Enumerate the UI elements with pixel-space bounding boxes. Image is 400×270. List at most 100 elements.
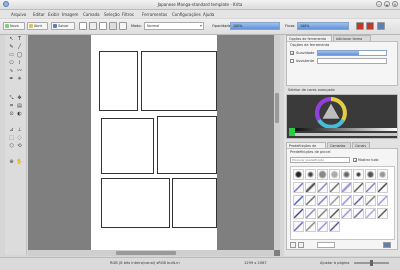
brush-preset-icon[interactable]	[99, 22, 107, 30]
ellipse-select-icon[interactable]: ◌	[16, 135, 23, 142]
brush-preset[interactable]	[377, 182, 388, 193]
color-selector-panel[interactable]	[286, 94, 398, 139]
brush-preset[interactable]	[341, 169, 352, 180]
workspace-icon[interactable]	[377, 22, 385, 30]
brush-preset[interactable]	[365, 182, 376, 193]
zoom-tool-icon[interactable]: ⊕	[8, 159, 15, 166]
smoothing-slider[interactable]	[317, 50, 387, 56]
comic-panel[interactable]	[172, 178, 217, 228]
menu-item-settings[interactable]: Configurações	[172, 12, 201, 17]
gradient-tool-icon[interactable]: ▤	[16, 103, 23, 110]
freehand-path-icon[interactable]: 〰	[16, 68, 23, 75]
maximize-icon[interactable]: ▴	[384, 1, 390, 7]
assistant-slider[interactable]	[317, 58, 387, 64]
brush-preset[interactable]	[293, 169, 304, 180]
fill-tool-icon[interactable]: ◐	[16, 111, 23, 118]
crop-tool-icon[interactable]: ⌗	[8, 103, 15, 110]
menu-item-view[interactable]: Exibir	[48, 12, 59, 17]
brush-preset[interactable]	[317, 195, 328, 206]
brush-preset[interactable]	[305, 195, 316, 206]
minimize-icon[interactable]: –	[376, 1, 382, 7]
preset-view-mode-icon[interactable]	[383, 242, 391, 248]
brush-preset[interactable]	[341, 182, 352, 193]
show-all-checkbox[interactable]: ✓	[353, 158, 357, 163]
comic-panel[interactable]	[101, 178, 170, 228]
menu-item-filters[interactable]: Filtros	[122, 12, 134, 17]
move-tool-icon[interactable]: ✥	[16, 95, 23, 102]
preset-search-input[interactable]	[290, 157, 350, 163]
brush-preset[interactable]	[353, 195, 364, 206]
delete-preset-icon[interactable]	[298, 242, 304, 248]
comic-panel[interactable]	[141, 51, 217, 111]
comic-panel[interactable]	[99, 51, 138, 111]
close-icon[interactable]: ×	[392, 1, 398, 7]
brush-preset[interactable]	[305, 208, 316, 219]
ellipse-tool-icon[interactable]: ◯	[16, 52, 23, 59]
brush-preset[interactable]	[365, 208, 376, 219]
multibrush-icon[interactable]: ✳	[16, 76, 23, 83]
flow-slider[interactable]: 100%	[297, 22, 349, 30]
brush-preset[interactable]	[341, 195, 352, 206]
brush-preset[interactable]	[317, 182, 328, 193]
freehand-select-icon[interactable]: ⟲	[16, 143, 23, 150]
pan-tool-icon[interactable]: ✋	[16, 159, 23, 166]
polyline-tool-icon[interactable]: ⌇	[16, 60, 23, 67]
brush-preset[interactable]	[305, 221, 316, 232]
opacity-slider[interactable]: 100%	[230, 22, 280, 30]
horizontal-scrollbar[interactable]	[28, 250, 274, 256]
save-preset-icon[interactable]	[290, 242, 296, 248]
menu-item-file[interactable]: Arquivo	[11, 12, 26, 17]
polygon-select-icon[interactable]: ⬡	[8, 143, 15, 150]
document-page[interactable]	[91, 35, 217, 253]
color-wheel[interactable]	[287, 95, 399, 140]
brush-preset[interactable]	[353, 182, 364, 193]
open-document-button[interactable]: Abrir	[27, 22, 48, 30]
brush-preset[interactable]	[329, 221, 340, 232]
mirror-vertical-icon[interactable]	[366, 22, 374, 30]
comic-panel[interactable]	[101, 118, 154, 174]
rect-select-icon[interactable]: ⬚	[8, 135, 15, 142]
reload-preset-icon[interactable]	[119, 22, 127, 30]
mirror-horizontal-icon[interactable]	[356, 22, 364, 30]
tag-filter-field[interactable]	[317, 242, 335, 248]
menu-item-select[interactable]: Seleção	[104, 12, 120, 17]
assistant-tool-icon[interactable]: ⊿	[8, 127, 15, 134]
brush-preset[interactable]	[329, 195, 340, 206]
brush-tool-icon[interactable]: ✎	[8, 44, 15, 51]
brush-preset[interactable]	[365, 169, 376, 180]
brush-preset[interactable]	[365, 195, 376, 206]
brush-preset[interactable]	[329, 208, 340, 219]
brush-preset[interactable]	[377, 169, 388, 180]
text-tool-icon[interactable]: T	[16, 36, 23, 43]
pattern-selector-icon[interactable]	[89, 22, 97, 30]
menu-item-help[interactable]: Ajuda	[203, 12, 214, 17]
menu-item-layer[interactable]: Camada	[83, 12, 100, 17]
brush-preset[interactable]	[377, 208, 388, 219]
brush-preset[interactable]	[317, 221, 328, 232]
blend-mode-select[interactable]: Normal	[144, 22, 204, 30]
bezier-tool-icon[interactable]: ∿	[8, 68, 15, 75]
brush-preset[interactable]	[353, 169, 364, 180]
brush-preset[interactable]	[293, 195, 304, 206]
select-shapes-icon[interactable]: ↖	[8, 36, 15, 43]
assistant-checkbox[interactable]	[290, 59, 294, 63]
brush-preset[interactable]	[305, 169, 316, 180]
brush-preset[interactable]	[377, 195, 388, 206]
brush-preset[interactable]	[293, 208, 304, 219]
eraser-mode-icon[interactable]	[109, 22, 117, 30]
comic-panel[interactable]	[157, 116, 217, 174]
menu-item-edit[interactable]: Editar	[33, 12, 45, 17]
save-document-button[interactable]: Salvar	[51, 22, 75, 30]
vertical-scrollbar[interactable]	[274, 35, 280, 250]
color-picker-icon[interactable]: ⊙	[8, 111, 15, 118]
gradient-selector-icon[interactable]	[79, 22, 87, 30]
transform-tool-icon[interactable]: ⤡	[8, 95, 15, 102]
brush-preset[interactable]	[293, 221, 304, 232]
measure-tool-icon[interactable]: ⊥	[16, 127, 23, 134]
brush-preset[interactable]	[353, 208, 364, 219]
rectangle-tool-icon[interactable]: ▭	[8, 52, 15, 59]
brush-preset[interactable]	[329, 169, 340, 180]
smoothing-checkbox[interactable]: ✓	[290, 51, 294, 56]
brush-preset[interactable]	[317, 208, 328, 219]
zoom-mode[interactable]: Ajustar à página	[320, 261, 349, 265]
